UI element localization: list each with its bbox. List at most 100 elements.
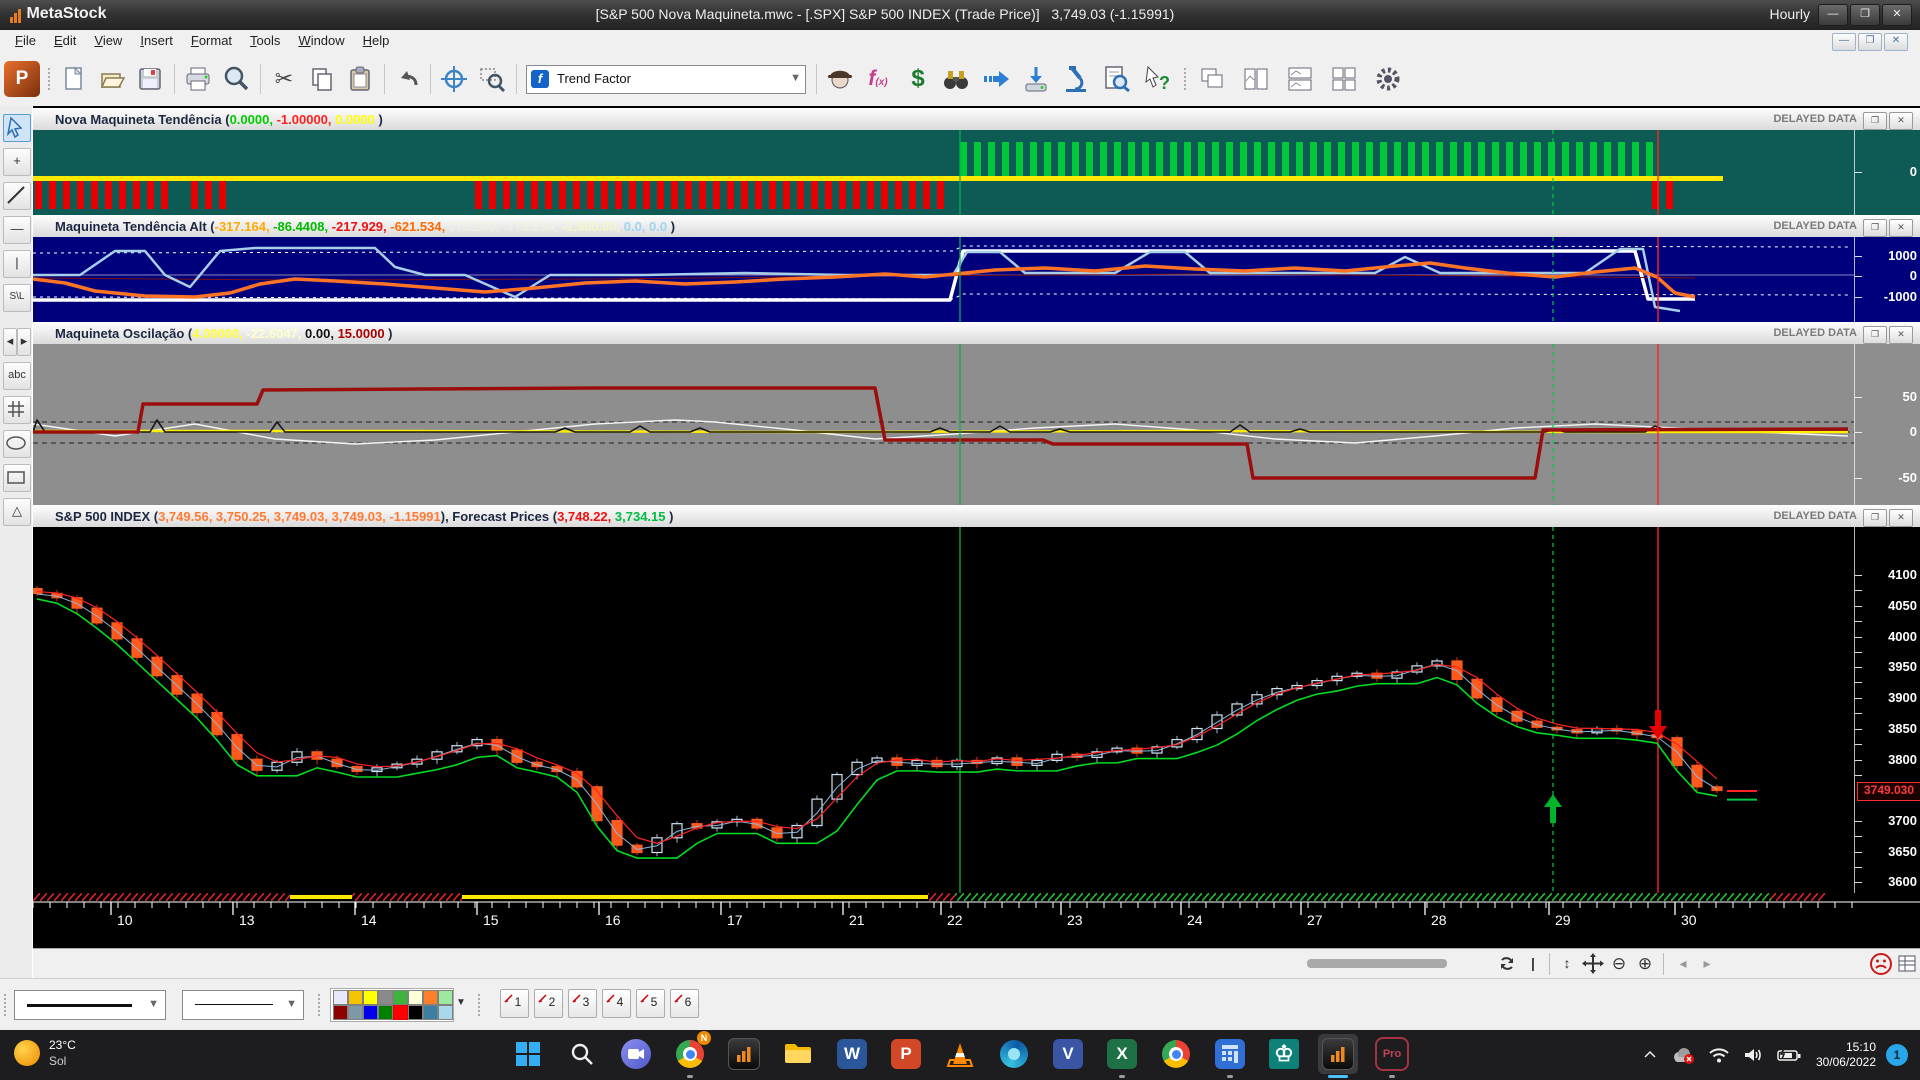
cascade-windows-icon[interactable] (1196, 63, 1228, 95)
refresh-button[interactable] (1495, 952, 1519, 975)
power-console-icon[interactable]: P (4, 61, 40, 97)
paste-icon[interactable] (344, 63, 376, 95)
line-style-combo[interactable]: ▼ (182, 990, 304, 1020)
line-weight-combo[interactable]: ▼ (14, 990, 166, 1020)
forecaster-arrow-icon[interactable] (980, 63, 1012, 95)
scroll-right-button[interactable]: ▸ (17, 328, 31, 356)
palette-color-#ff0000[interactable] (393, 1005, 408, 1020)
expert-advisor-icon[interactable] (824, 63, 856, 95)
zoom-box-icon[interactable] (476, 63, 508, 95)
dollar-icon[interactable]: $ (902, 63, 934, 95)
palette-color-#0000ee[interactable] (363, 1005, 378, 1020)
palette-color-#f5c400[interactable] (348, 990, 363, 1005)
menu-view[interactable]: View (85, 30, 131, 51)
palette-color-#ffff00[interactable] (363, 990, 378, 1005)
palette-color-#008000[interactable] (378, 1005, 393, 1020)
vertical-line-tool[interactable]: | (3, 250, 31, 278)
taskbar-vlc-icon[interactable] (940, 1034, 980, 1074)
pan-button[interactable] (1581, 952, 1605, 975)
notification-badge[interactable]: 1 (1886, 1044, 1908, 1066)
ellipse-tool[interactable] (3, 430, 31, 458)
nova-maquineta-tendencia-chart[interactable] (33, 130, 1920, 215)
indicator-builder-fx-icon[interactable]: f(x) (862, 63, 894, 95)
taskbar-metastock-icon[interactable] (724, 1034, 764, 1074)
layout-button-3[interactable]: 3 (568, 989, 597, 1018)
clock[interactable]: 15:10 30/06/2022 (1816, 1040, 1876, 1070)
palette-color-#3db53d[interactable] (393, 990, 408, 1005)
onedrive-error-icon[interactable] (1670, 1045, 1696, 1065)
child-close-button[interactable]: ✕ (1884, 33, 1908, 51)
taskbar-excel-icon[interactable]: X (1102, 1034, 1142, 1074)
zoom-in-button[interactable]: ⊕ (1633, 952, 1657, 975)
expand-vertical-button[interactable]: ↕ (1555, 952, 1579, 975)
scroll-left-button[interactable]: ◂ (3, 328, 17, 356)
layout-button-1[interactable]: 1 (500, 989, 529, 1018)
cursor-mode-button[interactable]: | (1521, 952, 1545, 975)
taskbar-edge-icon[interactable] (994, 1034, 1034, 1074)
taskbar-calculator-icon[interactable] (1210, 1034, 1250, 1074)
maquineta-tendencia-alt-chart[interactable] (33, 237, 1920, 322)
palette-color-#a8d8ea[interactable] (438, 1005, 453, 1020)
sp500-price-chart[interactable] (33, 527, 1920, 893)
taskbar-word-icon[interactable]: W (832, 1034, 872, 1074)
layout-button-4[interactable]: 4 (602, 989, 631, 1018)
explorer-binoculars-icon[interactable] (940, 63, 972, 95)
panel-close-icon[interactable]: ✕ (1889, 219, 1913, 237)
save-icon[interactable] (134, 63, 166, 95)
panel-maximize-icon[interactable]: ❐ (1863, 326, 1887, 344)
panel-maximize-icon[interactable]: ❐ (1863, 509, 1887, 527)
taskbar-windows-icon[interactable] (508, 1034, 548, 1074)
chevron-down-icon[interactable]: ▼ (790, 72, 801, 84)
taskbar-visio-icon[interactable]: V (1048, 1034, 1088, 1074)
rectangle-tool[interactable] (3, 464, 31, 492)
layout-button-5[interactable]: 5 (636, 989, 665, 1018)
palette-color-#3c7fa5[interactable] (423, 1005, 438, 1020)
crosshair-tool[interactable]: + (3, 148, 31, 176)
panel-close-icon[interactable]: ✕ (1889, 112, 1913, 130)
print-preview-icon[interactable] (220, 63, 252, 95)
panel-header-maquineta-oscilacao[interactable]: Maquineta Oscilação (4.00000, -22.6047, … (33, 322, 1920, 346)
context-help-icon[interactable]: ? (1140, 63, 1172, 95)
palette-color-#8b0000[interactable] (333, 1005, 348, 1020)
wifi-icon[interactable] (1708, 1046, 1730, 1064)
taskbar-chrome2-icon[interactable] (1156, 1034, 1196, 1074)
open-icon[interactable] (96, 63, 128, 95)
maquineta-oscilacao-chart[interactable] (33, 344, 1920, 505)
trendline-tool[interactable] (3, 182, 31, 210)
panel-header-maquineta-tendencia-alt[interactable]: Maquineta Tendência Alt (-317.164, -86.4… (33, 215, 1920, 239)
palette-color-#ffffd8[interactable] (408, 990, 423, 1005)
horizontal-line-tool[interactable]: — (3, 216, 31, 244)
battery-icon[interactable] (1776, 1046, 1802, 1064)
maximize-button[interactable]: ❐ (1850, 4, 1880, 26)
system-tester-microscope-icon[interactable] (1060, 63, 1092, 95)
grid-tool[interactable] (3, 396, 31, 424)
palette-color-#8a8a8a[interactable] (378, 990, 393, 1005)
crosshair-target-icon[interactable] (438, 63, 470, 95)
taskbar-chrome-icon[interactable]: N (670, 1034, 710, 1074)
tile-grid-icon[interactable] (1328, 63, 1360, 95)
taskbar-chat-icon[interactable] (616, 1034, 656, 1074)
menu-window[interactable]: Window (289, 30, 353, 51)
taskbar-powerpoint-icon[interactable]: P (886, 1034, 926, 1074)
panel-close-icon[interactable]: ✕ (1889, 326, 1913, 344)
menu-file[interactable]: File (6, 30, 45, 51)
tray-chevron-icon[interactable] (1642, 1047, 1658, 1063)
indicator-combo[interactable]: f Trend Factor ▼ (526, 65, 806, 94)
cut-icon[interactable]: ✂ (268, 63, 300, 95)
text-tool[interactable]: abc (3, 362, 31, 390)
data-sheet-icon[interactable] (1895, 952, 1919, 975)
zoom-out-button[interactable]: ⊖ (1607, 952, 1631, 975)
panel-header-sp500-index[interactable]: S&P 500 INDEX (3,749.56, 3,750.25, 3,749… (33, 505, 1920, 529)
copy-icon[interactable] (306, 63, 338, 95)
panel-maximize-icon[interactable]: ❐ (1863, 112, 1887, 130)
palette-more-icon[interactable]: ▼ (456, 997, 466, 1008)
menu-edit[interactable]: Edit (45, 30, 85, 51)
palette-color-#9fe89f[interactable] (438, 990, 453, 1005)
taskbar-pro-icon[interactable]: Pro (1372, 1034, 1412, 1074)
tile-horizontal-icon[interactable] (1284, 63, 1316, 95)
downloader-icon[interactable] (1020, 63, 1052, 95)
layout-button-2[interactable]: 2 (534, 989, 563, 1018)
taskbar-chess-icon[interactable]: ♔ (1264, 1034, 1304, 1074)
horizontal-scrollbar[interactable] (1307, 959, 1447, 968)
tile-vertical-icon[interactable] (1240, 63, 1272, 95)
